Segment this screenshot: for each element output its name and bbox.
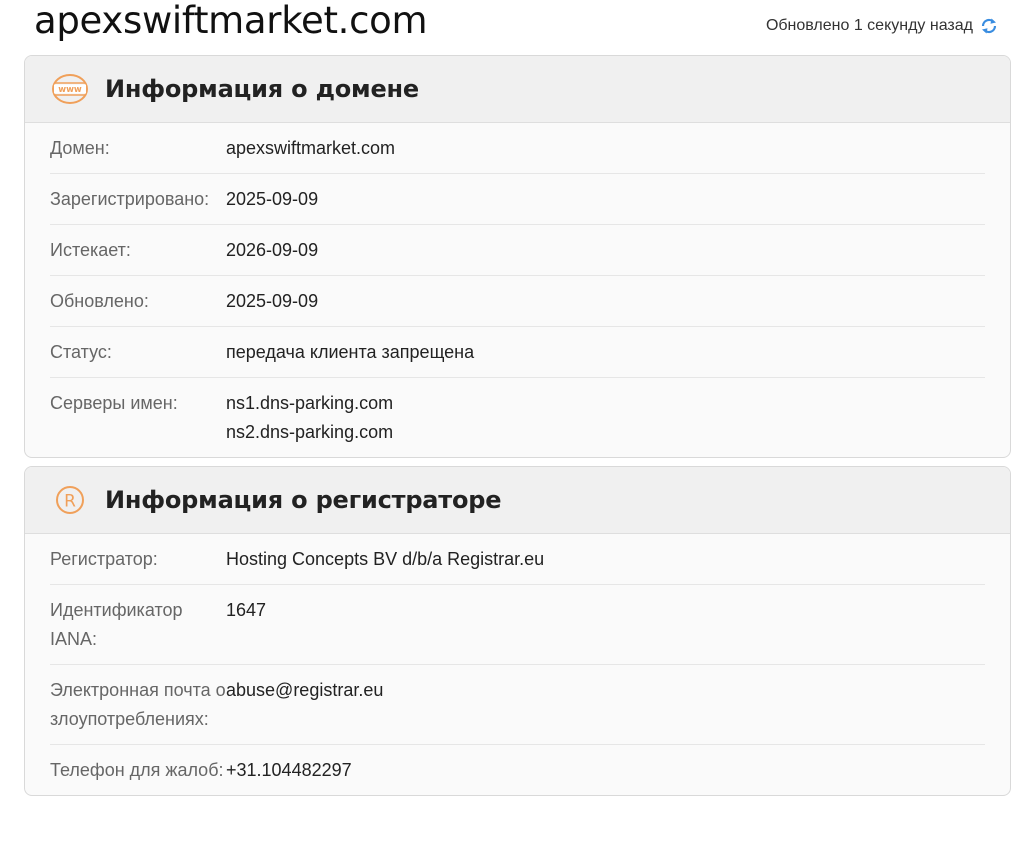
registered-icon: R (51, 481, 89, 519)
row-status: Статус: передача клиента запрещена (50, 327, 985, 378)
row-value: 2026-09-09 (226, 240, 319, 260)
row-label: Статус: (50, 342, 112, 362)
refresh-icon[interactable] (979, 16, 999, 36)
svg-text:www: www (58, 85, 82, 95)
row-label: Телефон для жалоб: (50, 760, 224, 780)
row-label: Зарегистрировано: (50, 189, 210, 209)
row-updated: Обновлено: 2025-09-09 (50, 276, 985, 327)
nameserver-2: ns2.dns-parking.com (226, 422, 394, 442)
row-domain: Домен: apexswiftmarket.com (50, 123, 985, 174)
row-label: Идентификатор IANA: (50, 600, 183, 649)
registrar-card-title: Информация о регистраторе (105, 486, 502, 514)
row-expires: Истекает: 2026-09-09 (50, 225, 985, 276)
updated-text: Обновлено 1 секунду назад (765, 17, 973, 34)
registrar-card-header: R Информация о регистраторе (25, 467, 1010, 534)
domain-info-card: www Информация о домене Домен: apexswift… (24, 55, 1011, 458)
row-abuse-email: Электронная почта о злоупотреблениях: ab… (50, 665, 985, 745)
row-label: Истекает: (50, 240, 131, 260)
row-label: Обновлено: (50, 291, 149, 311)
row-iana-id: Идентификатор IANA: 1647 (50, 585, 985, 665)
row-value: Hosting Concepts BV d/b/a Registrar.eu (226, 549, 545, 569)
row-value: apexswiftmarket.com (226, 138, 396, 158)
row-registered: Зарегистрировано: 2025-09-09 (50, 174, 985, 225)
row-value: +31.104482297 (226, 760, 352, 780)
row-registrar: Регистратор: Hosting Concepts BV d/b/a R… (50, 534, 985, 585)
row-value: 1647 (226, 600, 267, 620)
domain-card-title: Информация о домене (105, 75, 420, 103)
svg-text:R: R (64, 492, 76, 512)
row-label: Регистратор: (50, 549, 158, 569)
row-label: Серверы имен: (50, 393, 178, 413)
registrar-info-card: R Информация о регистраторе Регистратор:… (24, 466, 1011, 796)
nameserver-1: ns1.dns-parking.com (226, 393, 394, 413)
row-label: Домен: (50, 138, 110, 158)
row-label: Электронная почта о злоупотреблениях: (50, 680, 226, 729)
row-value: передача клиента запрещена (226, 342, 475, 362)
row-value: ns1.dns-parking.com ns2.dns-parking.com (226, 389, 393, 447)
row-value: 2025-09-09 (226, 291, 319, 311)
www-globe-icon: www (51, 70, 89, 108)
row-value: abuse@registrar.eu (226, 680, 384, 700)
row-abuse-phone: Телефон для жалоб: +31.104482297 (50, 745, 985, 795)
row-value: 2025-09-09 (226, 189, 319, 209)
row-nameservers: Серверы имен: ns1.dns-parking.com ns2.dn… (50, 378, 985, 457)
site-title: apexswiftmarket.com (34, 0, 428, 42)
updated-status: Обновлено 1 секунду назад (766, 16, 999, 36)
domain-card-header: www Информация о домене (25, 56, 1010, 123)
